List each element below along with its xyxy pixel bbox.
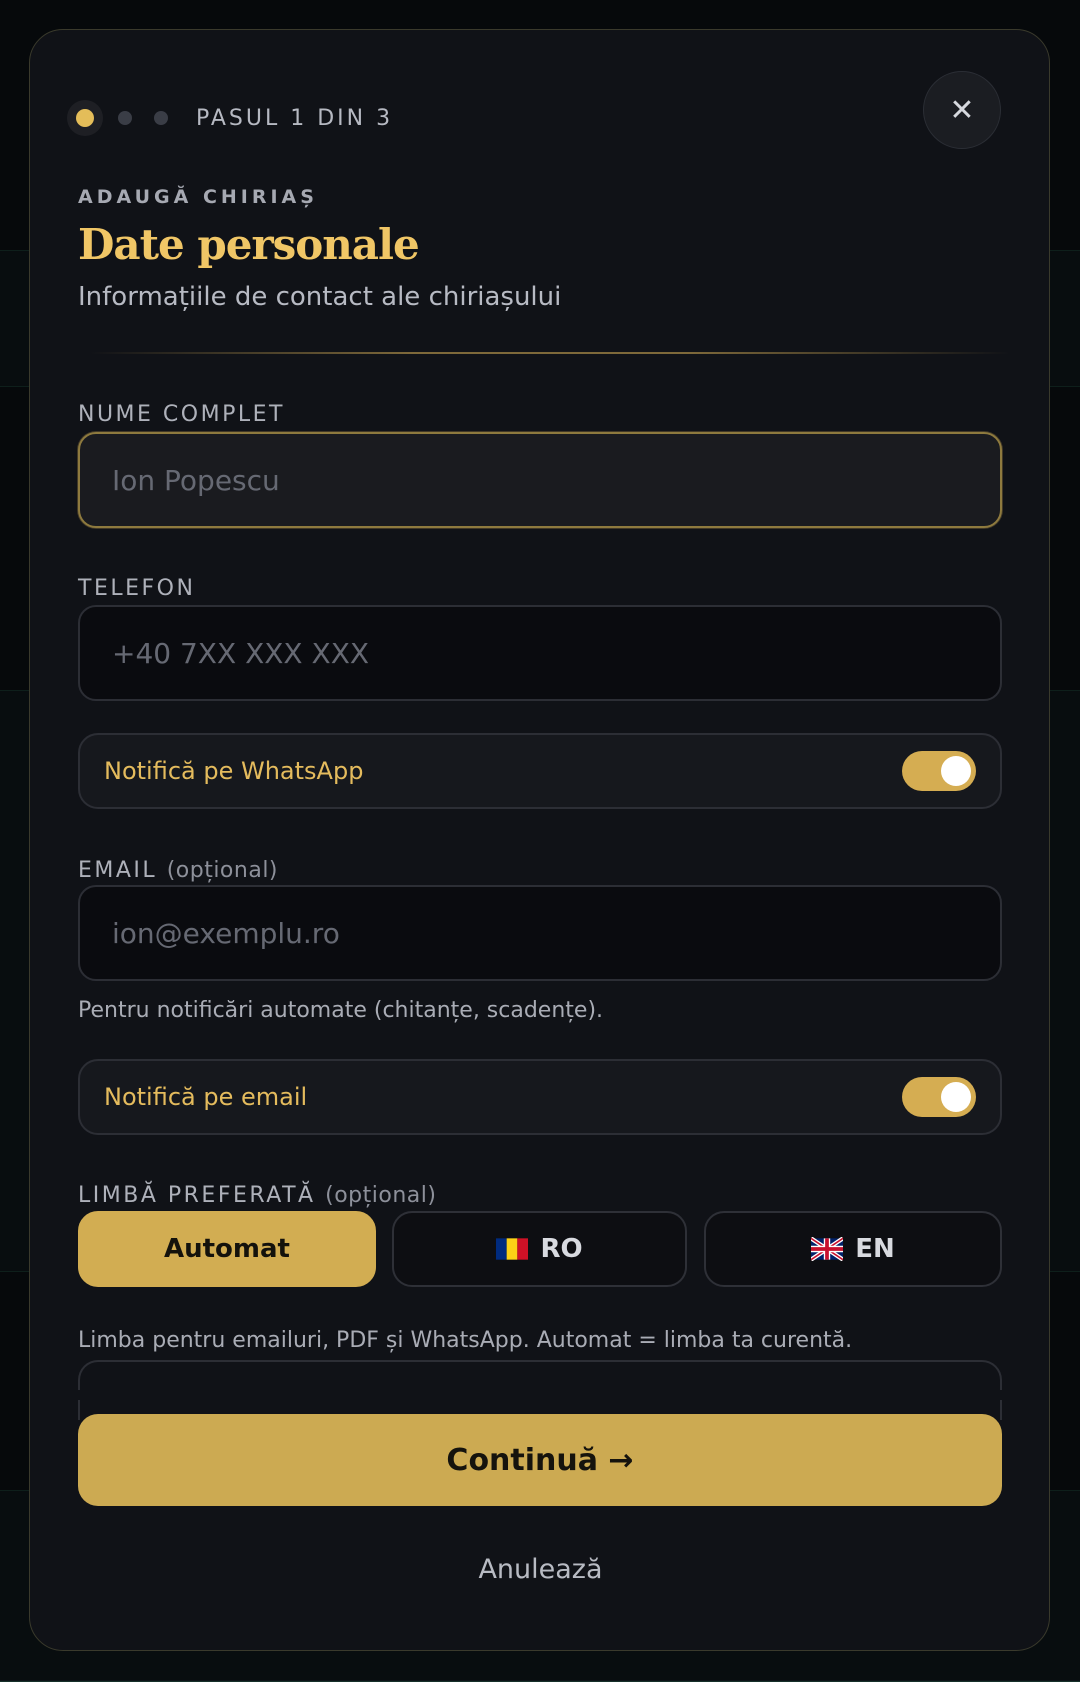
language-label: LIMBĂ PREFERATĂ (opțional) (78, 1183, 436, 1208)
language-label-text: LIMBĂ PREFERATĂ (78, 1183, 316, 1208)
name-input[interactable] (78, 432, 1002, 528)
language-option-label: RO (540, 1234, 583, 1264)
email-toggle-row[interactable]: Notifică pe email (78, 1059, 1002, 1135)
name-label: NUME COMPLET (78, 402, 285, 427)
page-title: Date personale (78, 220, 420, 269)
scroll-mask (30, 1390, 1049, 1400)
whatsapp-toggle[interactable] (902, 751, 976, 791)
page-subtitle: Informațiile de contact ale chiriașului (78, 282, 562, 312)
email-toggle-label: Notifică pe email (104, 1083, 308, 1111)
step-dot (118, 111, 132, 125)
cancel-button[interactable]: Anulează (30, 1554, 1049, 1585)
email-toggle[interactable] (902, 1077, 976, 1117)
language-option-label: Automat (164, 1234, 290, 1264)
add-tenant-modal: PASUL 1 DIN 3 ✕ ADAUGĂ CHIRIAȘ Date pers… (29, 29, 1050, 1651)
phone-input[interactable] (78, 605, 1002, 701)
phone-label: TELEFON (78, 576, 196, 601)
language-option-auto[interactable]: Automat (78, 1211, 376, 1287)
toggle-knob (941, 756, 971, 786)
email-input[interactable] (78, 885, 1002, 981)
close-button[interactable]: ✕ (923, 71, 1001, 149)
modal-eyebrow: ADAUGĂ CHIRIAȘ (78, 186, 318, 208)
divider (90, 352, 1010, 354)
email-helper-text: Pentru notificări automate (chitanțe, sc… (78, 998, 604, 1023)
language-option-en[interactable]: EN (704, 1211, 1002, 1287)
romania-flag-icon (496, 1238, 529, 1260)
step-label: PASUL 1 DIN 3 (196, 105, 394, 131)
language-option-label: EN (855, 1234, 895, 1264)
language-helper-text: Limba pentru emailuri, PDF și WhatsApp. … (78, 1328, 853, 1353)
email-optional-tag: (opțional) (166, 858, 279, 883)
step-indicator: PASUL 1 DIN 3 (72, 96, 393, 140)
step-dot-active (76, 109, 94, 127)
email-label: EMAIL (opțional) (78, 858, 278, 883)
close-icon: ✕ (949, 92, 975, 128)
language-optional-tag: (opțional) (325, 1183, 437, 1208)
step-dot (154, 111, 168, 125)
toggle-knob (941, 1082, 971, 1112)
whatsapp-toggle-label: Notifică pe WhatsApp (104, 757, 364, 785)
email-label-text: EMAIL (78, 858, 158, 883)
language-option-ro[interactable]: RO (392, 1211, 687, 1287)
whatsapp-toggle-row[interactable]: Notifică pe WhatsApp (78, 733, 1002, 809)
continue-button[interactable]: Continuă → (78, 1414, 1002, 1506)
uk-flag-icon (811, 1237, 844, 1261)
